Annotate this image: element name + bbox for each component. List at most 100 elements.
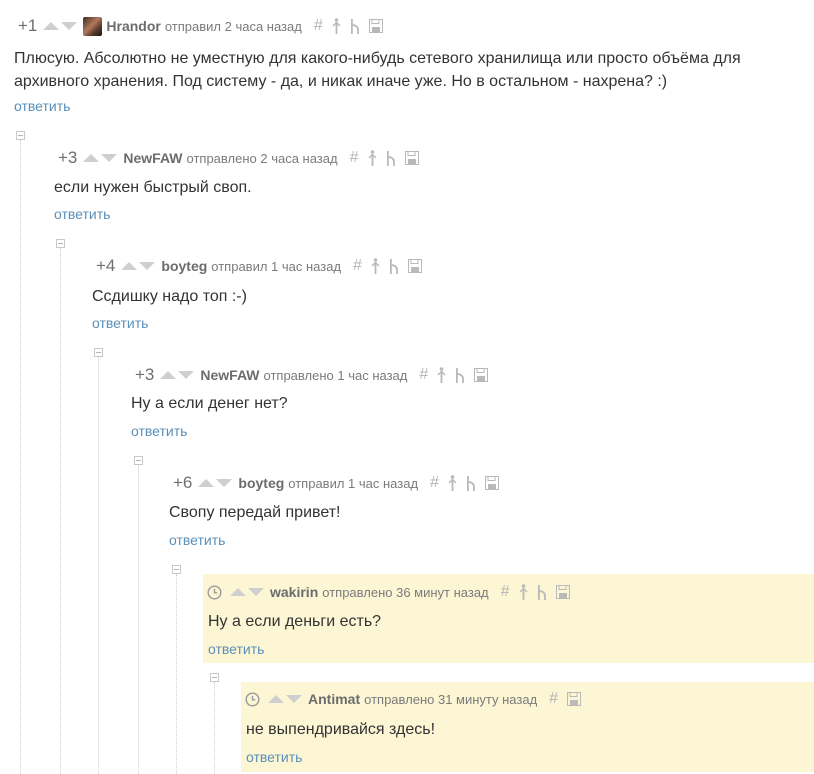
vote-up-icon[interactable] [198,479,215,487]
comment-time[interactable]: отправлено 31 минуту назад [364,692,537,707]
comment-text: Ну а если денег нет? [131,395,288,412]
comment-header: Antimat отправлено 31 минуту назад # [245,687,582,711]
comment-author[interactable]: boyteg [238,475,284,491]
vote-controls [160,371,195,379]
permalink-icon[interactable]: # [419,366,428,384]
comment-tools: # [350,149,419,167]
avatar[interactable] [83,16,103,36]
comment-time[interactable]: отправлено 1 час назад [264,368,408,383]
comment-time[interactable]: отправлено 2 часа назад [187,151,338,166]
vote-down-icon[interactable] [286,695,302,703]
thread-line [214,682,215,774]
collapse-thread-button[interactable] [56,239,65,248]
comment-text-line: Плюсую. Абсолютно не уместную для какого… [14,50,741,67]
parent-comment-icon[interactable] [437,367,446,383]
save-icon[interactable] [404,151,419,165]
comment-header: +6 boyteg отправил 1 час назад # [173,471,499,495]
branch-icon[interactable] [389,258,399,274]
permalink-icon[interactable]: # [549,690,558,708]
parent-comment-icon[interactable] [448,475,457,491]
comment: +6 boyteg отправил 1 час назад # Свопу п… [169,471,804,555]
vote-up-icon[interactable] [230,588,246,596]
save-icon[interactable] [474,368,489,382]
comment-tools: # [549,690,582,708]
collapse-thread-button[interactable] [172,565,181,574]
save-icon[interactable] [484,476,499,490]
collapse-thread-button[interactable] [16,131,25,140]
branch-icon[interactable] [350,18,360,34]
parent-comment-icon[interactable] [368,150,377,166]
vote-controls [83,154,118,162]
vote-down-icon[interactable] [139,262,156,270]
vote-up-icon[interactable] [121,262,138,270]
comment-header: +4 boyteg отправил 1 час назад # [96,254,422,278]
comment-text: если нужен быстрый своп. [54,179,252,196]
vote-up-icon[interactable] [160,371,177,379]
comment-rating: +6 [173,473,193,492]
thread-line [98,357,99,774]
reply-link[interactable]: ответить [131,423,187,439]
vote-down-icon[interactable] [61,22,78,30]
permalink-icon[interactable]: # [430,474,439,492]
reply-link[interactable]: ответить [54,206,110,222]
permalink-icon[interactable]: # [501,583,510,601]
vote-controls [268,695,302,703]
reply-link[interactable]: ответить [14,98,70,114]
permalink-icon[interactable]: # [350,149,359,167]
parent-comment-icon[interactable] [332,18,341,34]
comment-author[interactable]: boyteg [161,258,207,274]
branch-icon[interactable] [455,367,465,383]
reply-link[interactable]: ответить [208,641,264,657]
comment-author[interactable]: NewFAW [200,367,259,383]
comment: +3 NewFAW отправлено 2 часа назад # если… [54,146,804,230]
comment-text: не выпендривайся здесь! [246,721,436,738]
vote-down-icon[interactable] [248,588,264,596]
vote-down-icon[interactable] [101,154,118,162]
comment-author[interactable]: Hrandor [106,18,160,34]
save-icon[interactable] [368,19,383,33]
comment-author[interactable]: wakirin [270,584,318,600]
thread-line [138,465,139,774]
comment-text: Плюсую. Абсолютно не уместную для какого… [14,47,741,93]
vote-down-icon[interactable] [216,479,233,487]
save-icon[interactable] [555,585,570,599]
comment-time[interactable]: отправил 1 час назад [288,476,418,491]
comment-author[interactable]: Antimat [308,691,360,707]
branch-icon[interactable] [537,584,547,600]
clock-icon [245,691,260,707]
reply-link[interactable]: ответить [246,749,302,765]
parent-comment-icon[interactable] [371,258,380,274]
comment-text-line: архивного хранения. Под систему - да, и … [14,73,668,90]
comment-author[interactable]: NewFAW [123,150,182,166]
reply-link[interactable]: ответить [169,532,225,548]
comment-rating: +3 [58,148,78,167]
collapse-thread-button[interactable] [134,456,143,465]
reply-link[interactable]: ответить [92,315,148,331]
vote-down-icon[interactable] [178,371,195,379]
comment-time[interactable]: отправил 2 часа назад [165,19,302,34]
comment-time[interactable]: отправлено 36 минут назад [322,585,488,600]
comment-header: +1 Hrandor отправил 2 часа назад # [18,14,383,38]
branch-icon[interactable] [386,150,396,166]
vote-up-icon[interactable] [43,22,60,30]
comment-rating: +4 [96,256,116,275]
parent-comment-icon[interactable] [519,584,528,600]
permalink-icon[interactable]: # [353,257,362,275]
comment-header: +3 NewFAW отправлено 2 часа назад # [58,146,419,170]
comment-time[interactable]: отправил 1 час назад [211,259,341,274]
collapse-thread-button[interactable] [210,673,219,682]
comment-rating: +3 [135,365,155,384]
branch-icon[interactable] [466,475,476,491]
save-icon[interactable] [407,259,422,273]
save-icon[interactable] [567,692,582,706]
vote-controls [198,479,233,487]
vote-controls [230,588,264,596]
vote-up-icon[interactable] [83,154,100,162]
comment-text: Ссдишку надо топ :-) [92,288,247,305]
comment-text: Свопу передай привет! [169,504,341,521]
vote-controls [43,22,78,30]
collapse-thread-button[interactable] [94,348,103,357]
comment: +1 Hrandor отправил 2 часа назад # Плюсу… [14,14,804,124]
permalink-icon[interactable]: # [314,17,323,35]
vote-up-icon[interactable] [268,695,284,703]
